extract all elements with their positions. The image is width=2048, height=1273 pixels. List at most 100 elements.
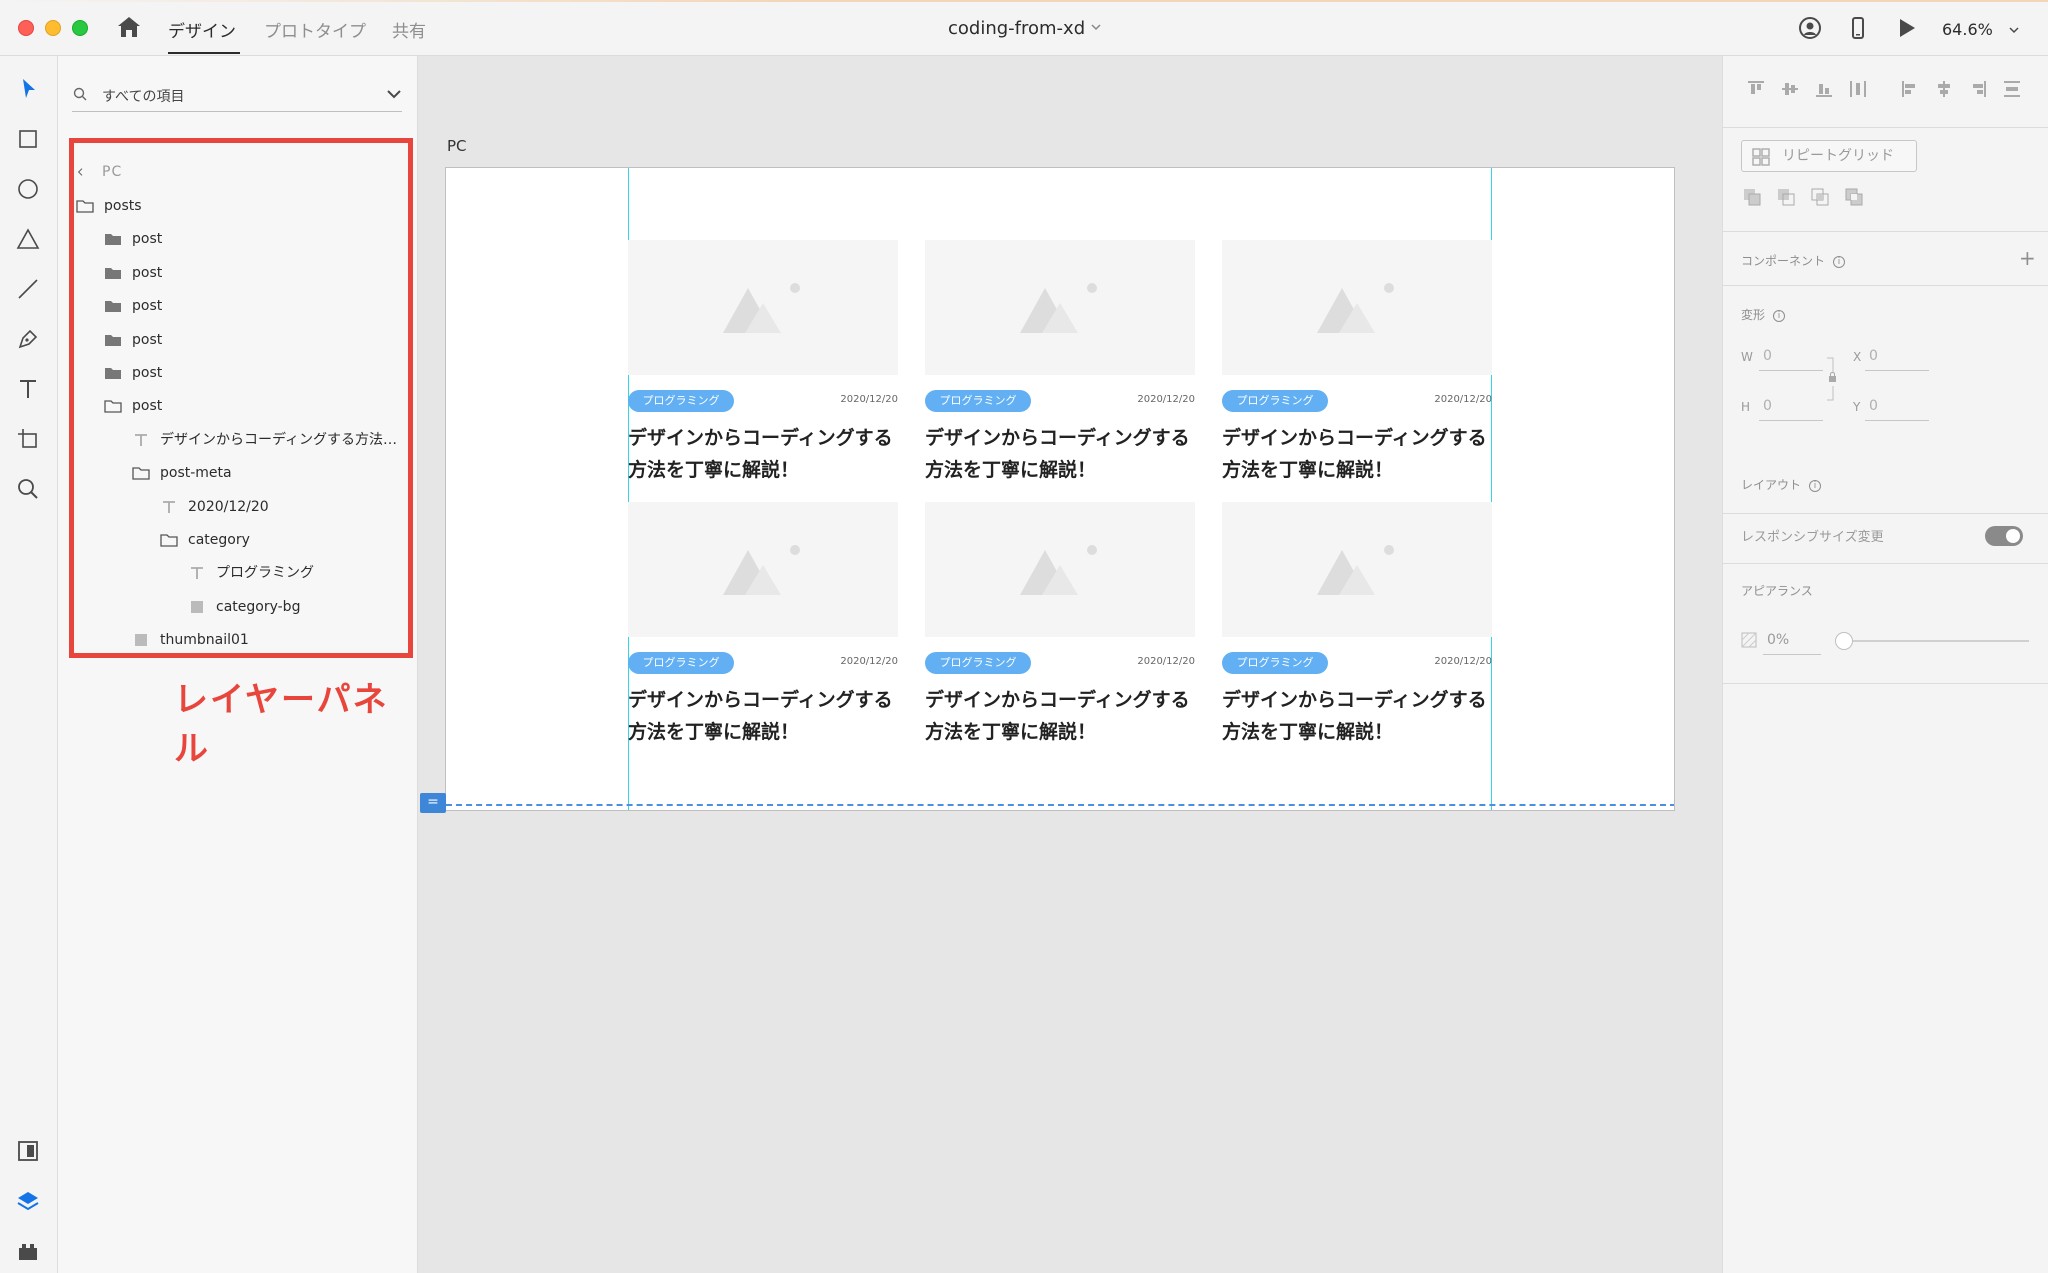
text-tool-icon[interactable] <box>15 376 41 402</box>
device-preview-icon[interactable] <box>1846 16 1870 40</box>
rectangle-tool-icon[interactable] <box>15 126 41 152</box>
boolean-add-icon[interactable] <box>1741 186 1763 208</box>
lock-aspect-icon[interactable] <box>1827 356 1837 402</box>
category-badge: プログラミング <box>628 390 734 412</box>
info-icon[interactable]: i <box>1773 309 1786 322</box>
play-icon[interactable] <box>1894 16 1918 40</box>
image-placeholder-icon <box>723 545 800 595</box>
title-bar: デザイン プロトタイプ 共有 coding-from-xd 64.6% <box>0 0 2048 56</box>
post-date: 2020/12/20 <box>840 656 898 667</box>
post-card[interactable]: プログラミング 2020/12/20 デザインからコーディングする方法を丁寧に解説！ <box>925 240 1195 490</box>
tool-bar <box>0 56 58 1273</box>
repeat-grid-button[interactable]: リピートグリッド <box>1741 140 1917 172</box>
category-badge: プログラミング <box>628 652 734 674</box>
x-field[interactable]: 0 <box>1869 348 1878 364</box>
align-middle-icon[interactable] <box>1779 78 1801 100</box>
opacity-slider-handle[interactable] <box>1835 632 1853 650</box>
align-bottom-icon[interactable] <box>1813 78 1835 100</box>
layer-item[interactable]: post <box>104 361 162 385</box>
opacity-slider-track[interactable] <box>1843 640 2029 642</box>
boolean-exclude-icon[interactable] <box>1843 186 1865 208</box>
width-label: W <box>1741 350 1753 364</box>
y-field[interactable]: 0 <box>1869 398 1878 414</box>
tab-prototype[interactable]: プロトタイプ <box>264 17 366 42</box>
layer-item[interactable]: post-meta <box>132 461 232 485</box>
ellipse-tool-icon[interactable] <box>15 176 41 202</box>
layer-item[interactable]: category <box>160 528 250 552</box>
layer-item[interactable]: post <box>104 294 162 318</box>
zoom-window-button[interactable] <box>72 20 88 36</box>
artboard-pc[interactable]: プログラミング 2020/12/20 デザインからコーディングする方法を丁寧に解説！… <box>445 167 1675 811</box>
y-label: Y <box>1853 400 1861 414</box>
chevron-down-icon[interactable] <box>386 88 402 100</box>
artboard-tool-icon[interactable] <box>15 426 41 452</box>
opacity-field[interactable]: 0% <box>1767 632 1789 648</box>
distribute-horizontal-icon[interactable] <box>2001 78 2023 100</box>
close-window-button[interactable] <box>18 20 34 36</box>
plugins-panel-icon[interactable] <box>15 1238 41 1264</box>
pen-tool-icon[interactable] <box>15 326 41 352</box>
home-icon[interactable] <box>116 14 142 40</box>
layer-item[interactable]: プログラミング <box>188 561 314 585</box>
layer-item[interactable]: post <box>104 227 162 251</box>
zoom-tool-icon[interactable] <box>15 476 41 502</box>
layer-item[interactable]: デザインからコーディングする方法… <box>132 428 397 452</box>
align-left-icon[interactable] <box>1899 78 1921 100</box>
post-date: 2020/12/20 <box>1137 394 1195 405</box>
artboard-label[interactable]: PC <box>447 137 467 155</box>
post-card[interactable]: プログラミング 2020/12/20 デザインからコーディングする方法を丁寧に解説！ <box>1222 240 1492 490</box>
chevron-down-icon[interactable] <box>1090 21 1102 33</box>
post-card[interactable]: プログラミング 2020/12/20 デザインからコーディングする方法を丁寧に解説！ <box>1222 502 1492 752</box>
add-component-icon[interactable]: + <box>2019 246 2036 270</box>
layer-item-label: post <box>132 365 163 381</box>
image-placeholder-icon <box>1020 283 1097 333</box>
post-card[interactable]: プログラミング 2020/12/20 デザインからコーディングする方法を丁寧に解説！ <box>628 502 898 752</box>
layers-panel-icon[interactable] <box>15 1188 41 1214</box>
thumbnail-placeholder <box>628 240 898 375</box>
boolean-intersect-icon[interactable] <box>1809 186 1831 208</box>
chevron-down-icon[interactable] <box>2008 24 2020 36</box>
appearance-row: アピアランス 0% <box>1723 564 2048 684</box>
layer-item[interactable]: thumbnail01 <box>132 628 249 652</box>
align-right-icon[interactable] <box>1967 78 1989 100</box>
layer-item[interactable]: posts <box>76 194 142 218</box>
layer-item-label: thumbnail01 <box>160 632 249 649</box>
distribute-vertical-icon[interactable] <box>1847 78 1869 100</box>
alignment-row <box>1723 56 2048 128</box>
zoom-level[interactable]: 64.6% <box>1942 20 1993 39</box>
viewport-handle-icon[interactable]: = <box>420 793 446 813</box>
appearance-section-label: アピアランス <box>1741 584 1813 598</box>
select-arrow-icon[interactable] <box>15 76 41 102</box>
height-field-underline <box>1759 420 1823 421</box>
folder-filled-icon <box>105 267 121 279</box>
responsive-resize-toggle[interactable] <box>1985 526 2023 546</box>
component-row: コンポーネント i <box>1723 232 2048 286</box>
layer-item[interactable]: category-bg <box>188 595 300 619</box>
align-center-icon[interactable] <box>1933 78 1955 100</box>
align-top-icon[interactable] <box>1745 78 1767 100</box>
boolean-subtract-icon[interactable] <box>1775 186 1797 208</box>
layer-item[interactable]: post <box>104 261 162 285</box>
post-title: デザインからコーディングする方法を丁寧に解説！ <box>628 427 893 481</box>
minimize-window-button[interactable] <box>45 20 61 36</box>
tab-share[interactable]: 共有 <box>392 17 426 42</box>
layer-filter[interactable]: すべての項目 <box>72 80 402 112</box>
layer-item-label: post <box>132 298 163 315</box>
info-icon[interactable]: i <box>1809 479 1822 492</box>
width-field[interactable]: 0 <box>1763 348 1772 364</box>
component-label: コンポーネント <box>1741 254 1826 268</box>
user-invite-icon[interactable] <box>1798 16 1822 40</box>
info-icon[interactable]: i <box>1833 255 1846 268</box>
layer-item[interactable]: post <box>104 328 162 352</box>
height-field[interactable]: 0 <box>1763 398 1772 414</box>
post-card[interactable]: プログラミング 2020/12/20 デザインからコーディングする方法を丁寧に解説！ <box>925 502 1195 752</box>
assets-panel-icon[interactable] <box>15 1138 41 1164</box>
layer-back-button[interactable]: PC <box>76 160 122 184</box>
tab-design[interactable]: デザイン <box>168 17 236 42</box>
polygon-tool-icon[interactable] <box>15 226 41 252</box>
layer-item[interactable]: post <box>104 394 162 418</box>
document-title[interactable]: coding-from-xd <box>948 18 1085 39</box>
post-card[interactable]: プログラミング 2020/12/20 デザインからコーディングする方法を丁寧に解説！ <box>628 240 898 490</box>
layer-item[interactable]: 2020/12/20 <box>160 495 269 519</box>
line-tool-icon[interactable] <box>15 276 41 302</box>
